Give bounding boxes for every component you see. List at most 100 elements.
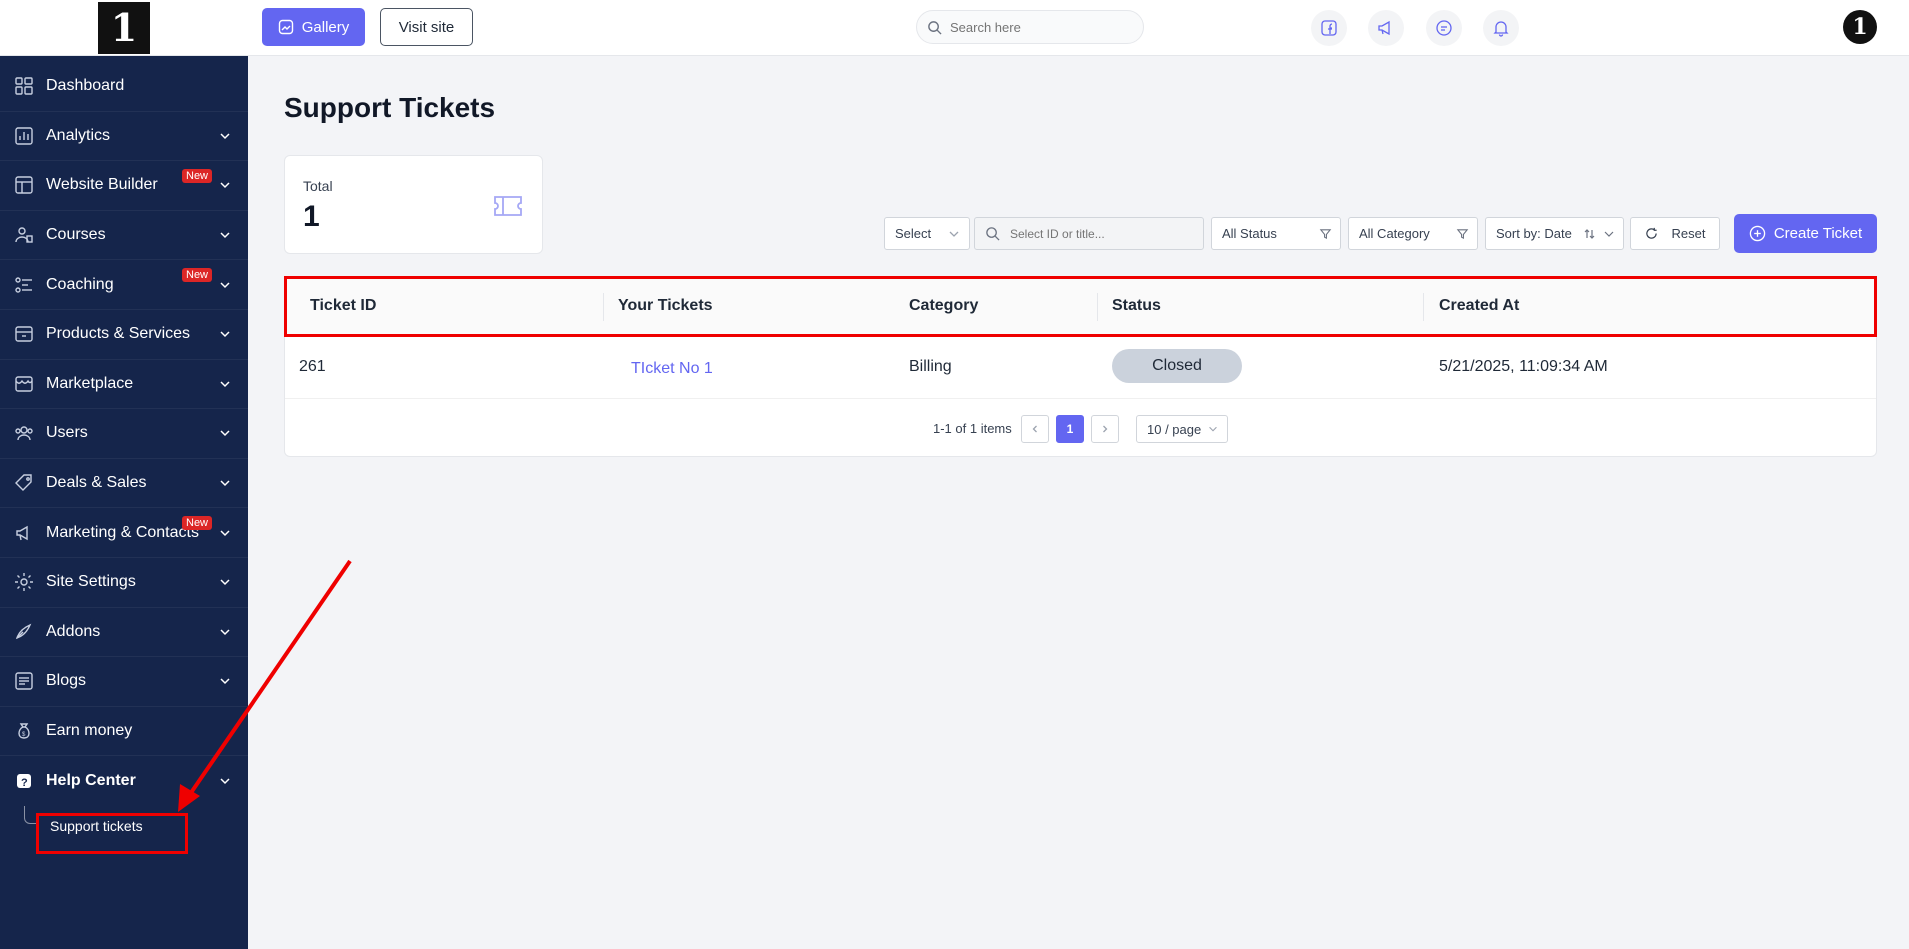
- filter-icon: [1456, 229, 1469, 240]
- sidebar-item-label: Courses: [46, 226, 106, 244]
- sidebar: 1 Dashboard Analytics Website Builder Ne…: [0, 0, 248, 949]
- blogs-icon: [14, 671, 34, 691]
- facebook-icon: [1321, 20, 1337, 36]
- avatar[interactable]: 1: [1843, 10, 1877, 44]
- sidebar-item-courses[interactable]: Courses: [0, 211, 248, 261]
- select-dropdown[interactable]: Select: [884, 217, 970, 250]
- annotation-highlight-box: [36, 813, 188, 854]
- chevron-down-icon: [949, 231, 959, 237]
- reset-button[interactable]: Reset: [1630, 217, 1720, 250]
- search-icon: [928, 20, 942, 35]
- sidebar-item-marketing-contacts[interactable]: Marketing & Contacts New: [0, 508, 248, 558]
- category-filter-value: All Category: [1359, 226, 1430, 241]
- category-cell: Billing: [909, 358, 952, 375]
- chevron-down-icon: [220, 232, 230, 239]
- filter-icon: [1319, 229, 1332, 240]
- previous-page-button[interactable]: [1021, 415, 1049, 443]
- category-filter[interactable]: All Category: [1348, 217, 1478, 250]
- products-icon: [14, 324, 34, 344]
- dashboard-icon: [14, 76, 34, 96]
- chat-icon: [1436, 20, 1452, 36]
- sidebar-item-label: Users: [46, 424, 88, 442]
- help-icon: ?: [14, 771, 34, 791]
- sidebar-item-coaching[interactable]: Coaching New: [0, 260, 248, 310]
- sidebar-item-products-services[interactable]: Products & Services: [0, 310, 248, 360]
- gallery-icon: [278, 19, 293, 35]
- chevron-down-icon: [220, 331, 230, 338]
- ticket-search-input[interactable]: [1010, 226, 1190, 241]
- facebook-button[interactable]: [1311, 10, 1347, 46]
- chevron-right-icon: [1103, 425, 1108, 433]
- website-builder-icon: [14, 175, 34, 195]
- megaphone-icon: [1378, 20, 1390, 36]
- chevron-down-icon: [220, 579, 230, 586]
- sidebar-item-label: Help Center: [46, 772, 136, 790]
- sidebar-item-help-center[interactable]: ? Help Center: [0, 756, 248, 806]
- sort-icon: [1584, 229, 1614, 239]
- sidebar-item-website-builder[interactable]: Website Builder New: [0, 161, 248, 211]
- new-badge: New: [182, 516, 213, 531]
- sidebar-item-deals-sales[interactable]: Deals & Sales: [0, 459, 248, 509]
- status-filter[interactable]: All Status: [1211, 217, 1341, 250]
- gallery-button[interactable]: Gallery: [262, 8, 365, 46]
- topbar: Gallery Visit site 1: [248, 0, 1909, 56]
- ticket-icon: [494, 196, 522, 216]
- money-bag-icon: $: [14, 721, 34, 741]
- announcements-button[interactable]: [1368, 10, 1404, 46]
- svg-text:?: ?: [21, 777, 28, 789]
- sidebar-item-marketplace[interactable]: Marketplace: [0, 360, 248, 410]
- reset-label: Reset: [1671, 226, 1706, 241]
- chevron-down-icon: [220, 480, 230, 487]
- sidebar-item-dashboard[interactable]: Dashboard: [0, 62, 248, 112]
- annotation-arrow: [178, 559, 352, 812]
- sidebar-item-users[interactable]: Users: [0, 409, 248, 459]
- svg-text:$: $: [22, 732, 26, 738]
- status-filter-value: All Status: [1222, 226, 1277, 241]
- ticket-search[interactable]: [974, 217, 1204, 250]
- analytics-icon: [14, 126, 34, 146]
- sidebar-item-label: Analytics: [46, 126, 111, 144]
- pagination: 1-1 of 1 items 1 10 / page: [285, 415, 1876, 443]
- refresh-icon: [1645, 227, 1657, 239]
- total-stat-card: Total 1: [284, 155, 543, 254]
- sidebar-item-addons[interactable]: Addons: [0, 608, 248, 658]
- sidebar-item-label: Deals & Sales: [46, 474, 147, 492]
- table-row[interactable]: 261 TIcket No 1 Billing Closed 5/21/2025…: [285, 337, 1876, 399]
- created-at-cell: 5/21/2025, 11:09:34 AM: [1439, 358, 1608, 375]
- sidebar-nav: Dashboard Analytics Website Builder New …: [0, 56, 248, 846]
- stat-value: 1: [303, 200, 320, 233]
- chevron-down-icon: [220, 381, 230, 387]
- sidebar-item-site-settings[interactable]: Site Settings: [0, 558, 248, 608]
- page-size-select[interactable]: 10 / page: [1136, 415, 1228, 443]
- chevron-down-icon: [220, 182, 230, 189]
- plus-circle-icon: [1749, 225, 1766, 242]
- new-badge: New: [182, 169, 213, 184]
- logo[interactable]: 1: [98, 1, 150, 54]
- create-ticket-label: Create Ticket: [1773, 225, 1863, 242]
- search-input[interactable]: [950, 19, 1130, 35]
- sidebar-item-analytics[interactable]: Analytics: [0, 112, 248, 162]
- page-size-value: 10 / page: [1147, 421, 1202, 437]
- sidebar-item-label: Blogs: [46, 672, 87, 690]
- logo-area: 1: [0, 0, 248, 56]
- page-1-button[interactable]: 1: [1056, 415, 1084, 443]
- addons-icon: [14, 622, 34, 642]
- chevron-down-icon: [220, 778, 230, 785]
- sidebar-item-label: Site Settings: [46, 573, 136, 591]
- select-dropdown-value: Select: [895, 226, 932, 241]
- chevron-down-icon: [1209, 426, 1218, 432]
- ticket-title-link[interactable]: TIcket No 1: [631, 360, 713, 378]
- sort-dropdown[interactable]: Sort by: Date: [1485, 217, 1624, 250]
- sidebar-item-label: Earn money: [46, 722, 133, 740]
- create-ticket-button[interactable]: Create Ticket: [1734, 214, 1877, 253]
- next-page-button[interactable]: [1091, 415, 1119, 443]
- sidebar-item-earn-money[interactable]: $ Earn money: [0, 707, 248, 757]
- page-title: Support Tickets: [284, 92, 496, 123]
- sidebar-item-blogs[interactable]: Blogs: [0, 657, 248, 707]
- messages-button[interactable]: [1426, 10, 1462, 46]
- status-badge: Closed: [1112, 349, 1242, 383]
- users-icon: [14, 423, 34, 443]
- global-search[interactable]: [916, 10, 1144, 44]
- visit-site-button[interactable]: Visit site: [380, 8, 473, 46]
- notifications-button[interactable]: [1483, 10, 1519, 46]
